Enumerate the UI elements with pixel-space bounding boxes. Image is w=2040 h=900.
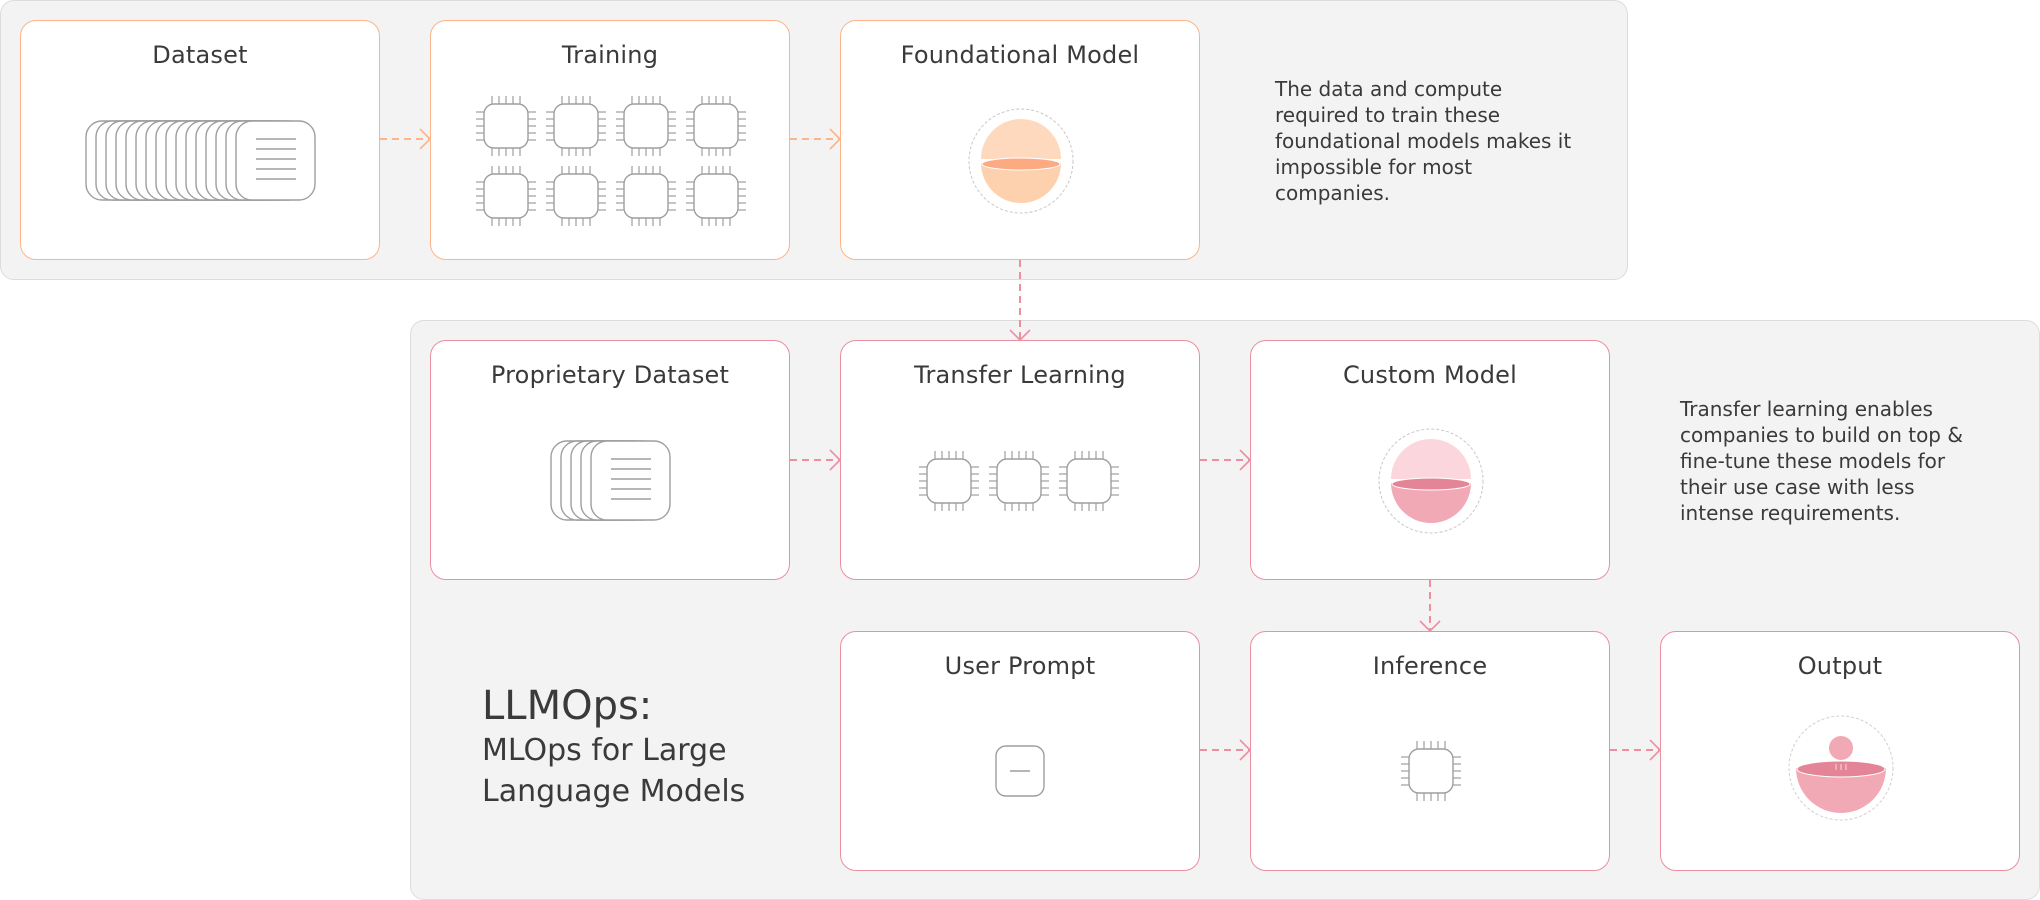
note-line: intense requirements. xyxy=(1680,501,1901,525)
chip-body xyxy=(693,173,739,219)
chip-grid-icon xyxy=(476,96,746,226)
output-node: Output xyxy=(1660,631,2020,871)
output-bowl-icon xyxy=(1788,715,1894,821)
note-line: companies. xyxy=(1275,181,1390,205)
chip-body xyxy=(996,458,1042,504)
note-line: The data and compute xyxy=(1275,77,1503,101)
chip xyxy=(616,166,676,226)
chip-grid xyxy=(476,96,746,226)
model-sphere xyxy=(1378,428,1484,534)
note-line: companies to build on top & xyxy=(1680,423,1963,447)
chip-single xyxy=(1401,741,1461,801)
document-card xyxy=(235,120,316,201)
chip xyxy=(476,166,536,226)
output-ball xyxy=(1829,736,1853,760)
note-line: Transfer learning enables xyxy=(1680,397,1933,421)
document-stack xyxy=(85,120,316,201)
transfer-learning-node: Transfer Learning xyxy=(840,340,1200,580)
chip xyxy=(1401,741,1461,801)
chip-body xyxy=(1066,458,1112,504)
chip xyxy=(686,96,746,156)
document-stack-icon xyxy=(85,120,316,201)
chip xyxy=(546,166,606,226)
chip-body xyxy=(553,103,599,149)
model-sphere-icon xyxy=(1378,428,1484,534)
proprietary-dataset-node: Proprietary Dataset xyxy=(430,340,790,580)
bottom-panel-description: Transfer learning enables companies to b… xyxy=(1680,396,1963,526)
chip xyxy=(476,96,536,156)
chip-row xyxy=(919,451,1119,511)
inference-node: Inference xyxy=(1250,631,1610,871)
training-node: Training xyxy=(430,20,790,260)
chip xyxy=(989,451,1049,511)
chip-body xyxy=(1408,748,1454,794)
chip-body xyxy=(483,173,529,219)
note-line: impossible for most xyxy=(1275,155,1473,179)
note-line: required to train these xyxy=(1275,103,1501,127)
chip-body xyxy=(623,173,669,219)
chip-body xyxy=(693,103,739,149)
top-panel-description: The data and compute required to train t… xyxy=(1275,76,1571,206)
model-sphere xyxy=(968,108,1074,214)
chip-icon xyxy=(1401,741,1461,801)
dataset-node: Dataset xyxy=(20,20,380,260)
document-stack xyxy=(550,440,671,521)
chip xyxy=(919,451,979,511)
model-sphere-icon xyxy=(968,108,1074,214)
sphere-rim xyxy=(981,157,1061,171)
sphere-rim xyxy=(1391,477,1471,491)
chip-row-icon xyxy=(919,451,1119,511)
note-line: their use case with less xyxy=(1680,475,1915,499)
chip xyxy=(546,96,606,156)
custom-model-node: Custom Model xyxy=(1250,340,1610,580)
heading-subtitle-line: Language Models xyxy=(482,774,746,809)
document-stack-icon xyxy=(550,440,671,521)
chip xyxy=(616,96,676,156)
llmops-heading: LLMOps: MLOps for Large Language Models xyxy=(482,682,745,812)
chip-body xyxy=(926,458,972,504)
chip-body xyxy=(553,173,599,219)
chip xyxy=(1059,451,1119,511)
prompt-icon xyxy=(995,745,1045,797)
foundational-model-node: Foundational Model xyxy=(840,20,1200,260)
note-line: foundational models makes it xyxy=(1275,129,1572,153)
document-card xyxy=(590,440,671,521)
chip xyxy=(686,166,746,226)
chip-body xyxy=(483,103,529,149)
heading-title: LLMOps: xyxy=(482,683,653,729)
user-prompt-node: User Prompt xyxy=(840,631,1200,871)
note-line: fine-tune these models for xyxy=(1680,449,1946,473)
chip-body xyxy=(623,103,669,149)
heading-subtitle-line: MLOps for Large xyxy=(482,733,727,768)
